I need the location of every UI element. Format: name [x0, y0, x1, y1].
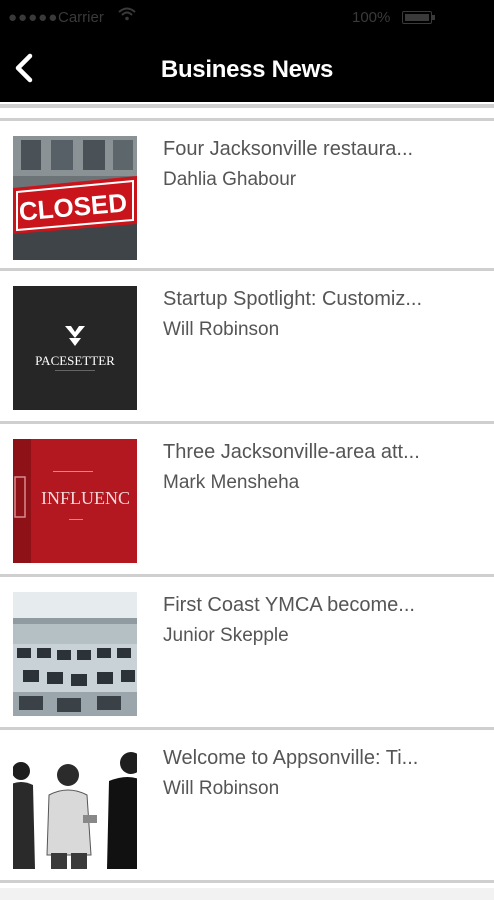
navigation-bar: Business News — [0, 36, 494, 102]
article-author: Dahlia Ghabour — [163, 169, 297, 190]
article-item[interactable]: First Coast YMCA become... Junior Skeppl… — [0, 577, 494, 730]
closed-sign-icon: CLOSED — [13, 136, 137, 260]
article-headline: Four Jacksonville restaura... — [163, 138, 414, 160]
article-thumbnail: CLOSED — [13, 136, 137, 260]
office-photo-icon — [13, 592, 137, 716]
article-author: Junior Skepple — [163, 625, 289, 646]
article-list: CLOSED Four Jacksonville restaura... Dah… — [0, 118, 494, 883]
article-item[interactable]: PACESETTER Startup Spotlight: Customiz..… — [0, 271, 494, 424]
article-thumbnail — [13, 745, 137, 869]
article-thumbnail: INFLUENC — [13, 439, 137, 563]
article-thumbnail — [13, 592, 137, 716]
people-photo-icon — [13, 745, 137, 869]
article-item[interactable]: Welcome to Appsonville: Ti... Will Robin… — [0, 730, 494, 883]
article-thumbnail: PACESETTER — [13, 286, 137, 410]
header-divider — [0, 104, 494, 108]
influence-logo-icon: INFLUENC — [13, 439, 137, 563]
list-bottom-edge — [0, 888, 494, 900]
wifi-icon — [118, 7, 136, 25]
article-headline: Startup Spotlight: Customiz... — [163, 288, 423, 310]
status-bar: ●●●●● Carrier 100% — [0, 0, 494, 36]
battery-percent: 100% — [352, 9, 391, 26]
article-author: Will Robinson — [163, 778, 280, 799]
page-title: Business News — [160, 56, 334, 83]
article-headline: Welcome to Appsonville: Ti... — [163, 747, 419, 769]
article-item[interactable]: CLOSED Four Jacksonville restaura... Dah… — [0, 118, 494, 271]
svg-text:PACESETTER: PACESETTER — [35, 353, 115, 368]
article-headline: Three Jacksonville-area att... — [163, 441, 420, 463]
article-author: Will Robinson — [163, 319, 280, 340]
article-headline: First Coast YMCA become... — [163, 594, 415, 616]
signal-icon: ●●●●● — [8, 9, 59, 26]
pacesetter-logo-icon: PACESETTER — [13, 286, 137, 410]
battery-icon — [402, 11, 435, 24]
article-author: Mark Mensheha — [163, 472, 300, 493]
article-item[interactable]: INFLUENC Three Jacksonville-area att... … — [0, 424, 494, 577]
svg-text:INFLUENC: INFLUENC — [41, 488, 130, 508]
carrier-label: Carrier — [58, 9, 104, 26]
